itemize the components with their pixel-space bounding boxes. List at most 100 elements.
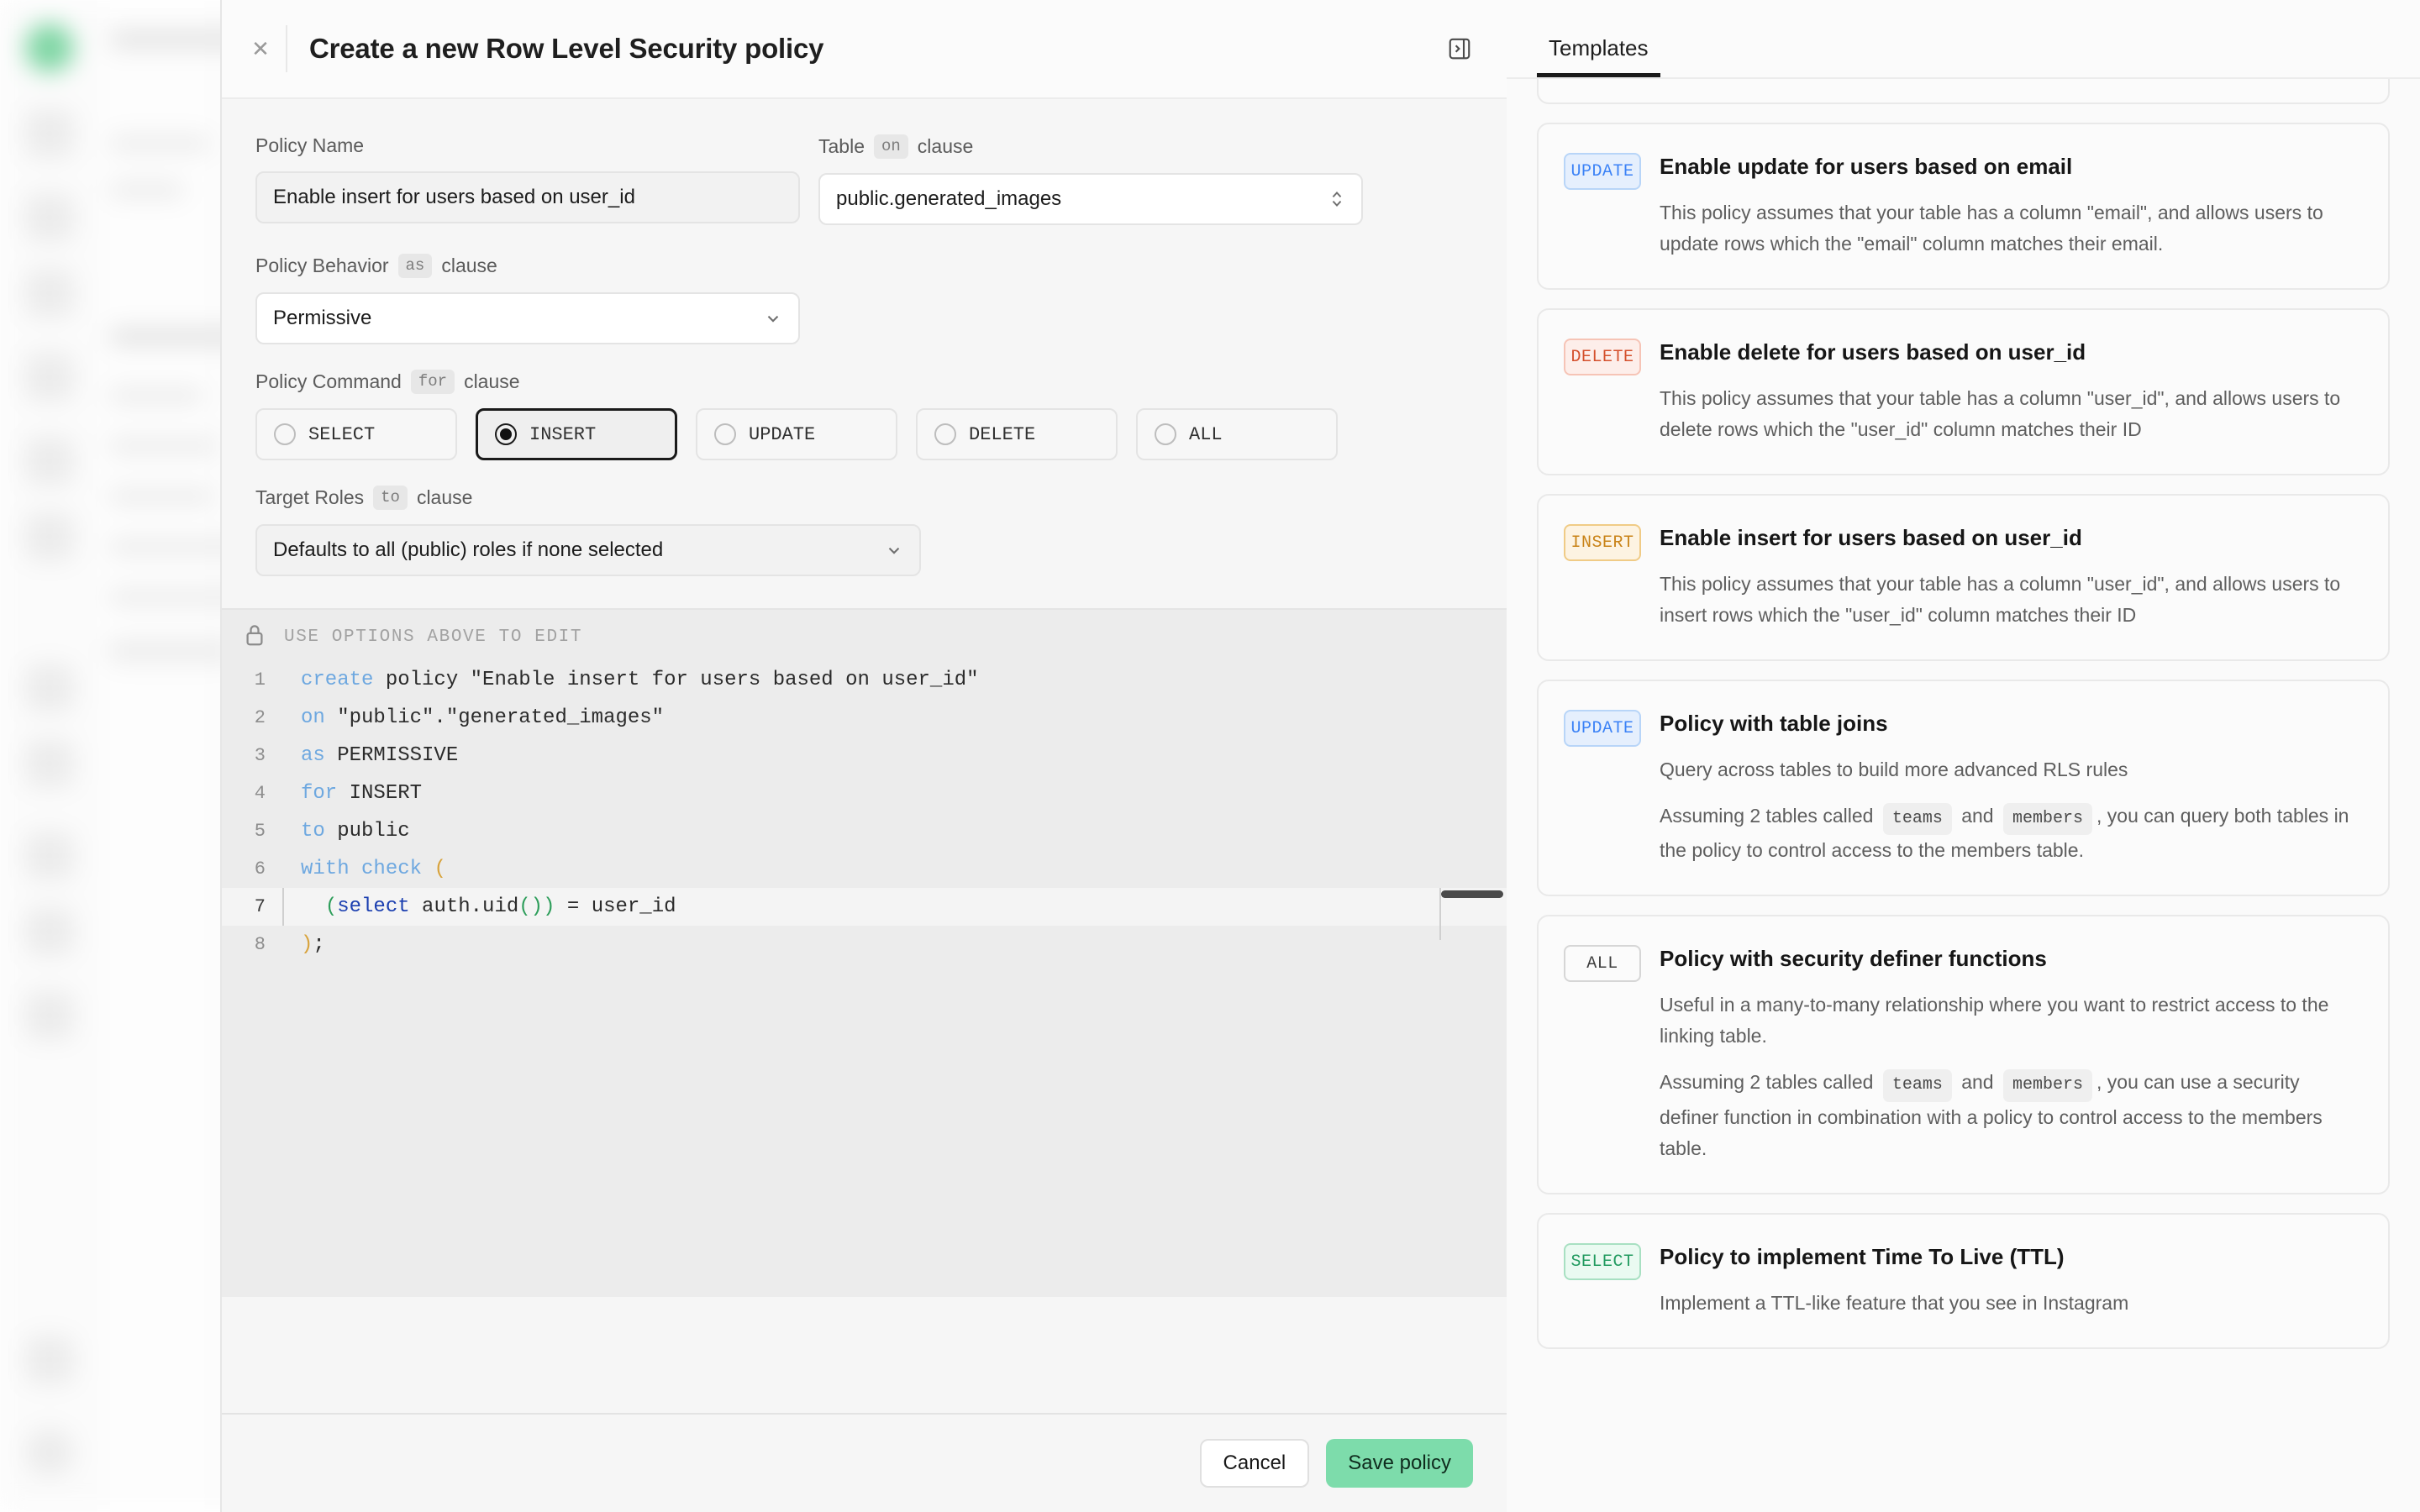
template-card-description: Assuming 2 tables called teams and membe… (1660, 1067, 2360, 1164)
rail-nav-icon (25, 512, 74, 561)
policy-name-input[interactable] (255, 171, 800, 223)
clause-word: clause (918, 135, 973, 158)
line-number: 5 (222, 812, 276, 850)
collapse-right-panel-icon[interactable] (1441, 30, 1478, 67)
templates-list[interactable]: UPDATE authenticated users only. UPDATE … (1507, 79, 2420, 1512)
template-card[interactable]: SELECT Policy to implement Time To Live … (1537, 1213, 2390, 1349)
chevron-down-icon (885, 541, 903, 559)
rail-nav-icon (25, 664, 74, 712)
template-card-description: Query across tables to build more advanc… (1660, 754, 2360, 785)
supabase-logo-icon (25, 24, 74, 72)
policy-behavior-label-text: Policy Behavior (255, 255, 389, 277)
policy-command-option-select[interactable]: SELECT (255, 408, 457, 460)
template-card-description: Assuming 2 tables called teams and membe… (1660, 801, 2360, 867)
create-rls-policy-modal: ✕ Create a new Row Level Security policy… (220, 0, 1507, 1512)
cancel-button[interactable]: Cancel (1200, 1439, 1310, 1488)
policy-form: Policy Name Table on clause public.gener… (222, 99, 1507, 576)
lock-icon (244, 623, 266, 651)
template-card[interactable]: ALL Policy with security definer functio… (1537, 915, 2390, 1194)
clause-word: clause (441, 255, 497, 277)
badge-delete: DELETE (1564, 339, 1641, 375)
code-line: 4 for INSERT (222, 774, 1507, 812)
template-card-description: This policy assumes that your table has … (1660, 569, 2360, 632)
template-card[interactable]: UPDATE Enable update for users based on … (1537, 123, 2390, 290)
backdrop-icon-rail (0, 0, 96, 1512)
rail-nav-icon (25, 739, 74, 788)
sql-preview-editor[interactable]: USE OPTIONS ABOVE TO EDIT 1 create polic… (222, 608, 1507, 1297)
line-number: 8 (222, 926, 276, 963)
inline-code-chip: members (2003, 803, 2092, 835)
code-text: (select auth.uid()) = user_id (276, 888, 676, 926)
save-policy-button[interactable]: Save policy (1326, 1439, 1473, 1488)
template-card[interactable]: UPDATE authenticated users only. (1537, 79, 2390, 104)
tab-templates[interactable]: Templates (1537, 35, 1660, 77)
code-line: 5 to public (222, 812, 1507, 850)
policy-command-option-insert[interactable]: INSERT (476, 408, 677, 460)
horizontal-scrollbar[interactable] (1441, 890, 1503, 898)
line-number: 1 (222, 661, 276, 699)
radio-icon (274, 423, 296, 445)
template-card-title: Policy with security definer functions (1660, 945, 2360, 973)
target-roles-select[interactable]: Defaults to all (public) roles if none s… (255, 524, 921, 576)
template-card-description: This policy assumes that your table has … (1660, 383, 2360, 446)
template-card-title: Policy to implement Time To Live (TTL) (1660, 1243, 2360, 1271)
code-text: as PERMISSIVE (276, 737, 458, 774)
code-line: 6 with check ( (222, 850, 1507, 888)
close-icon[interactable]: ✕ (242, 30, 279, 67)
table-label-text: Table (818, 135, 865, 158)
chevron-down-icon (764, 309, 782, 328)
badge-update: UPDATE (1564, 710, 1641, 747)
badge-all: ALL (1564, 945, 1641, 982)
policy-behavior-value: Permissive (273, 307, 371, 330)
code-line: 1 create policy "Enable insert for users… (222, 661, 1507, 699)
policy-behavior-label: Policy Behavior as clause (255, 254, 800, 278)
inline-code-chip: members (2003, 1069, 2092, 1101)
code-line: 7 (select auth.uid()) = user_id (222, 888, 1507, 926)
rail-nav-icon (25, 269, 74, 318)
template-card-title: Enable update for users based on email (1660, 153, 2360, 181)
radio-icon (714, 423, 736, 445)
chevron-up-down-icon (1328, 188, 1345, 210)
editor-banner-text: USE OPTIONS ABOVE TO EDIT (284, 627, 582, 647)
table-label: Table on clause (818, 134, 1363, 159)
target-roles-field-group: Target Roles to clause Defaults to all (… (255, 486, 921, 576)
for-clause-chip: for (411, 370, 455, 394)
on-clause-chip: on (874, 134, 908, 159)
policy-command-field-group: Policy Command for clause SELECT INSERT … (255, 370, 1473, 460)
template-card-body: Policy to implement Time To Live (TTL)Im… (1660, 1243, 2360, 1319)
policy-command-option-label: DELETE (969, 424, 1035, 445)
as-clause-chip: as (398, 254, 433, 278)
code-text: ); (276, 926, 325, 963)
template-card-body: Enable insert for users based on user_id… (1660, 524, 2360, 631)
indent-guide (282, 888, 284, 926)
rail-nav-icon (25, 353, 74, 402)
template-card-description: Useful in a many-to-many relationship wh… (1660, 990, 2360, 1053)
code-text: for INSERT (276, 774, 422, 812)
inline-code-chip: teams (1883, 803, 1952, 835)
badge-insert: INSERT (1564, 524, 1641, 561)
clause-word: clause (417, 486, 472, 509)
badge-update: UPDATE (1564, 153, 1641, 190)
templates-tabbar: Templates (1507, 0, 2420, 79)
header-divider (286, 25, 287, 72)
policy-behavior-select[interactable]: Permissive (255, 292, 800, 344)
template-card[interactable]: INSERT Enable insert for users based on … (1537, 494, 2390, 661)
rail-nav-icon (25, 1336, 74, 1384)
policy-command-option-delete[interactable]: DELETE (916, 408, 1118, 460)
policy-command-option-all[interactable]: ALL (1136, 408, 1338, 460)
modal-footer: Cancel Save policy (222, 1413, 1507, 1512)
template-card-title: Enable insert for users based on user_id (1660, 524, 2360, 552)
template-card-title: Policy with table joins (1660, 710, 2360, 738)
rail-nav-icon (25, 832, 74, 880)
radio-icon (1155, 423, 1176, 445)
code-text: to public (276, 812, 410, 850)
templates-panel: Templates UPDATE authenticated users onl… (1507, 0, 2420, 1512)
page-title: Create a new Row Level Security policy (309, 33, 823, 65)
policy-command-option-update[interactable]: UPDATE (696, 408, 897, 460)
template-card[interactable]: UPDATE Policy with table joins Query acro… (1537, 680, 2390, 896)
template-card[interactable]: DELETE Enable delete for users based on … (1537, 308, 2390, 475)
table-select[interactable]: public.generated_images (818, 173, 1363, 225)
policy-name-label: Policy Name (255, 134, 800, 157)
clause-word: clause (464, 370, 519, 393)
target-roles-label-text: Target Roles (255, 486, 364, 509)
